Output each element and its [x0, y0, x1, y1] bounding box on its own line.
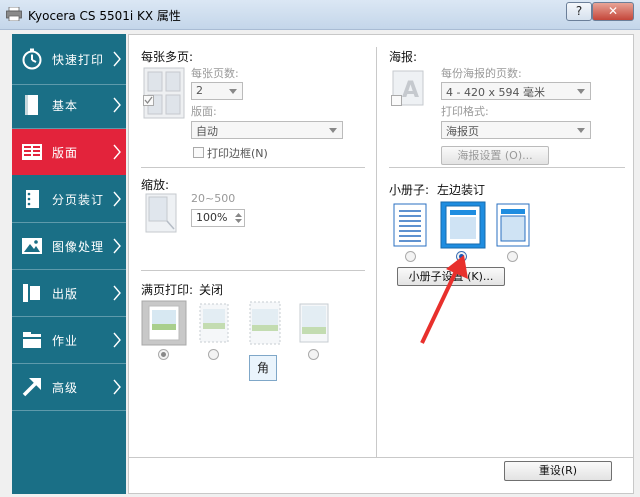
- print-border-key: (N): [251, 147, 268, 160]
- close-button[interactable]: ✕: [592, 2, 634, 21]
- fullpage-title: 满页打印:: [141, 283, 194, 297]
- print-format-label: 打印格式:: [441, 105, 489, 118]
- chevron-right-icon: [113, 332, 121, 348]
- zoom-preview-icon: [145, 193, 177, 233]
- layout-order-value: 自动: [196, 125, 218, 138]
- layout-order-select[interactable]: 自动: [191, 121, 343, 139]
- check-icon: [144, 96, 153, 105]
- printer-icon: [6, 7, 22, 21]
- job-folder-icon: [23, 332, 41, 348]
- zoom-value: 100%: [196, 211, 228, 224]
- print-format-select[interactable]: 海报页: [441, 121, 591, 139]
- document-icon: [25, 95, 38, 115]
- sidebar-item-imaging[interactable]: 图像处理: [12, 223, 126, 269]
- multipage-preview-icon: [143, 67, 185, 119]
- poster-checkbox[interactable]: [391, 95, 402, 106]
- fullpage-status: 关闭: [199, 283, 224, 297]
- layout-panel: 每张多页: 每张页数: 2 版面: 自动 打印边框(N) 缩放: 20~500 …: [128, 34, 634, 494]
- layout-grid-icon: [22, 144, 42, 160]
- sidebar: 快速打印 基本 版面 分页装订 图像处理 出版 作业 高级: [12, 34, 126, 494]
- poster-count-select[interactable]: 4 - 420 x 594 毫米: [441, 82, 591, 100]
- binder-icon: [26, 190, 39, 208]
- chevron-down-icon: [577, 89, 585, 94]
- image-icon: [22, 238, 42, 254]
- fullpage-radio-2[interactable]: [208, 349, 219, 360]
- sidebar-item-layout[interactable]: 版面: [12, 129, 126, 175]
- fullpage-option-2-icon[interactable]: [199, 303, 229, 343]
- layout-order-label: 版面:: [191, 105, 217, 118]
- sidebar-item-label: 分页装订: [52, 193, 105, 207]
- pages-per-sheet-label: 每张页数:: [191, 67, 239, 80]
- zoom-title: 缩放:: [141, 178, 170, 192]
- poster-title: 海报:: [389, 50, 418, 64]
- booklet-radio-right[interactable]: [507, 251, 518, 262]
- chevron-down-icon: [229, 89, 237, 94]
- poster-count-label: 每份海报的页数:: [441, 67, 522, 80]
- stopwatch-icon: [22, 48, 42, 70]
- fullpage-radio-off[interactable]: [158, 349, 169, 360]
- pages-per-sheet-select[interactable]: 2: [191, 82, 243, 100]
- arrow-icon: [22, 378, 41, 397]
- chevron-down-icon: [329, 128, 337, 133]
- sidebar-item-label: 基本: [52, 99, 79, 113]
- chevron-right-icon: [113, 191, 121, 207]
- sidebar-item-job[interactable]: 作业: [12, 317, 126, 363]
- print-format-value: 海报页: [446, 125, 479, 138]
- sidebar-item-label: 高级: [52, 381, 79, 395]
- booklet-option-off-icon[interactable]: [393, 203, 427, 247]
- zoom-spinner[interactable]: 100%: [191, 209, 245, 227]
- sidebar-item-label: 版面: [52, 146, 79, 160]
- sidebar-item-publishing[interactable]: 出版: [12, 270, 126, 316]
- chevron-down-icon: [577, 128, 585, 133]
- title-bar: Kyocera CS 5501i KX 属性 ? ✕: [0, 0, 640, 30]
- fullpage-radio-4[interactable]: [308, 349, 319, 360]
- print-border-label: 打印边框(N): [207, 145, 268, 161]
- spinner-arrows-icon[interactable]: [234, 211, 243, 225]
- zoom-range-label: 20~500: [191, 192, 236, 205]
- booklet-option-right-icon[interactable]: [496, 203, 530, 247]
- sidebar-item-label: 出版: [52, 287, 79, 301]
- chevron-right-icon: [113, 238, 121, 254]
- chevron-right-icon: [113, 379, 121, 395]
- chevron-right-icon: [113, 51, 121, 67]
- fullpage-option-off-icon[interactable]: [141, 300, 187, 346]
- sidebar-item-quick-print[interactable]: 快速打印: [12, 36, 126, 82]
- print-border-checkbox[interactable]: [193, 147, 204, 158]
- fullpage-option-3-icon[interactable]: [249, 301, 281, 345]
- booklet-status: 左边装订: [437, 183, 486, 197]
- poster-settings-button[interactable]: 海报设置 (O)...: [441, 146, 549, 165]
- sidebar-item-label: 作业: [52, 334, 79, 348]
- pages-per-sheet-value: 2: [196, 84, 203, 97]
- booklet-title: 小册子:: [389, 183, 430, 197]
- poster-count-value: 4 - 420 x 594 毫米: [446, 86, 545, 99]
- sidebar-item-label: 图像处理: [52, 240, 105, 254]
- chevron-right-icon: [113, 97, 121, 113]
- annotation-arrow-icon: [420, 255, 468, 344]
- multipage-title: 每张多页:: [141, 50, 194, 64]
- print-border-text: 打印边框: [207, 147, 251, 160]
- book-icon: [23, 284, 40, 302]
- booklet-option-left-icon[interactable]: [440, 201, 486, 249]
- svg-text:A: A: [402, 78, 419, 103]
- reset-button[interactable]: 重设(R): [504, 461, 612, 481]
- window-title: Kyocera CS 5501i KX 属性: [28, 9, 181, 23]
- sidebar-item-advanced[interactable]: 高级: [12, 364, 126, 410]
- chevron-right-icon: [113, 285, 121, 301]
- multipage-checkbox[interactable]: [143, 95, 154, 106]
- sidebar-item-finishing[interactable]: 分页装订: [12, 176, 126, 222]
- help-button[interactable]: ?: [566, 2, 592, 21]
- fullpage-option-4-icon[interactable]: [299, 303, 329, 343]
- sidebar-item-basic[interactable]: 基本: [12, 82, 126, 128]
- tooltip-corner: 角: [249, 355, 277, 381]
- chevron-right-icon: [113, 144, 121, 160]
- sidebar-item-label: 快速打印: [52, 53, 105, 67]
